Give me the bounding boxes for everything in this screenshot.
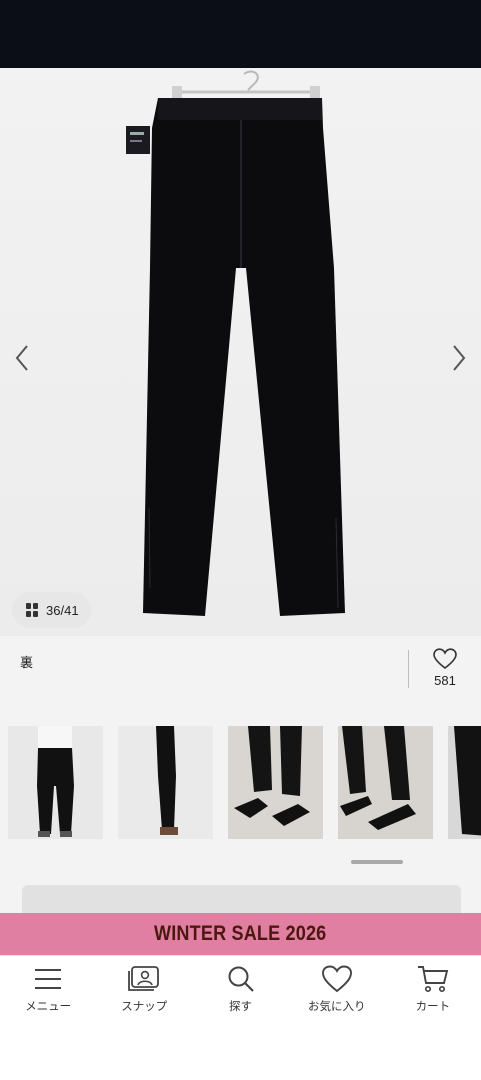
product-detail-page: 36/41 裏 581 WINTER SALE 2026 メニュー スナップ 探… (0, 0, 481, 1080)
status-bar (0, 0, 481, 68)
thumbnail-model-side[interactable] (118, 726, 213, 839)
winter-sale-banner[interactable]: WINTER SALE 2026 (0, 913, 481, 955)
thumbnail-image (8, 726, 103, 839)
thumbnail-partial[interactable] (448, 726, 481, 839)
favorite-button[interactable]: 581 (420, 648, 470, 688)
thumbnail-shoes-front[interactable] (228, 726, 323, 839)
heart-icon (320, 964, 354, 994)
heart-icon (433, 648, 457, 670)
previous-image-button[interactable] (2, 338, 42, 378)
thumbnail-section (0, 718, 481, 919)
image-counter-total: 41 (64, 602, 79, 618)
thumbnail-strip[interactable] (8, 726, 481, 839)
nav-menu-label: メニュー (25, 999, 72, 1013)
nav-cart-label: カート (415, 999, 451, 1013)
nav-favorites-label: お気に入り (307, 999, 366, 1013)
sale-banner-text: WINTER SALE 2026 (154, 922, 327, 945)
nav-search-label: 探す (229, 999, 252, 1013)
thumbnail-image (118, 726, 213, 839)
blank-area (0, 1019, 481, 1080)
thumbnail-image (338, 726, 433, 839)
nav-cart[interactable]: カート (385, 956, 481, 1019)
image-info-row: 裏 581 (0, 636, 481, 718)
divider (408, 650, 409, 688)
menu-icon (31, 964, 65, 994)
search-icon (224, 964, 258, 994)
bottom-navigation: メニュー スナップ 探す お気に入り カート (0, 955, 481, 1019)
grid-icon (26, 603, 38, 617)
image-counter-current: 36 (46, 602, 61, 618)
cart-icon (416, 964, 450, 994)
thumbnail-model-back[interactable] (8, 726, 103, 839)
nav-menu[interactable]: メニュー (0, 956, 96, 1019)
nav-snap-label: スナップ (121, 999, 168, 1013)
image-counter-button[interactable]: 36/41 (12, 592, 91, 628)
snap-icon (127, 964, 161, 994)
thumbnail-scroll-indicator (351, 860, 403, 864)
favorite-count: 581 (434, 673, 456, 688)
nav-search[interactable]: 探す (192, 956, 288, 1019)
chevron-left-icon (15, 345, 28, 371)
product-image-pants-back (126, 70, 345, 616)
product-image-carousel[interactable]: 36/41 (0, 68, 481, 636)
image-caption: 裏 (20, 656, 34, 671)
thumbnail-shoes-angle[interactable] (338, 726, 433, 839)
next-image-button[interactable] (439, 338, 479, 378)
chevron-right-icon (453, 345, 466, 371)
nav-favorites[interactable]: お気に入り (289, 956, 385, 1019)
thumbnail-image (228, 726, 323, 839)
thumbnail-image (448, 726, 481, 839)
nav-snap[interactable]: スナップ (96, 956, 192, 1019)
